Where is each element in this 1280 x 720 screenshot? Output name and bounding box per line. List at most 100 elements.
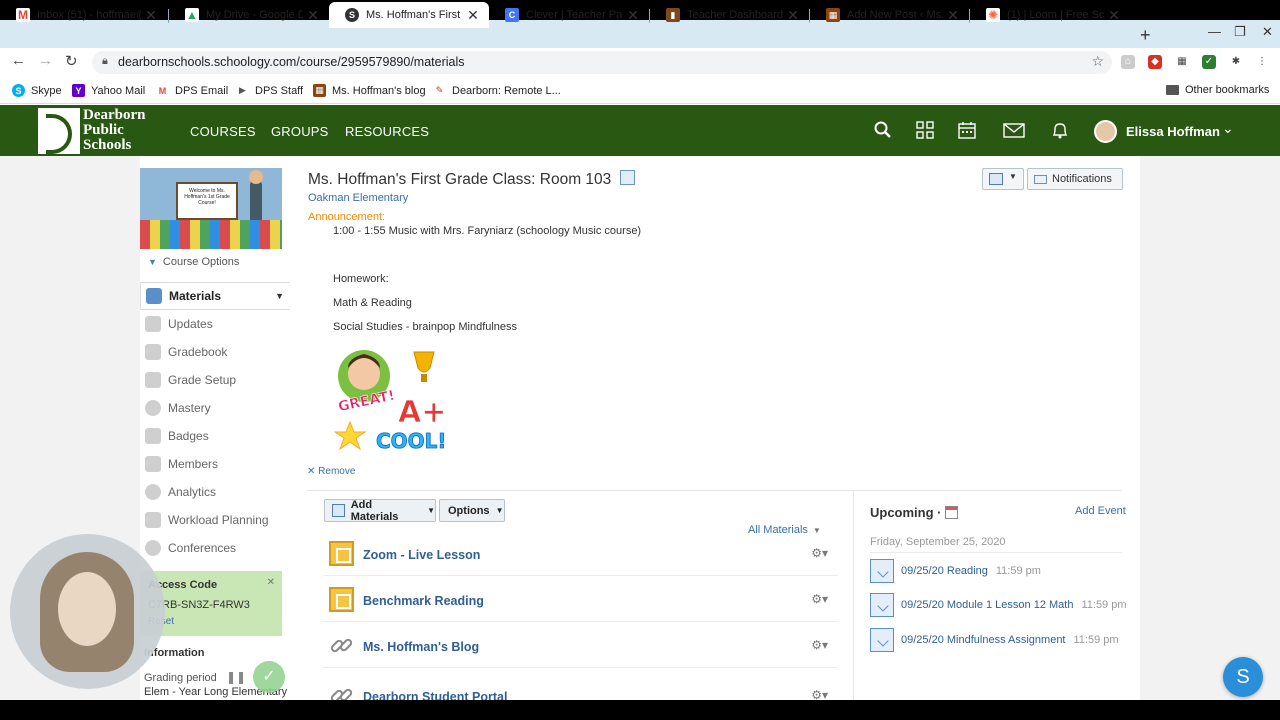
close-icon[interactable]: ✕ xyxy=(267,577,275,588)
url-text[interactable]: dearbornschools.schoology.com/course/295… xyxy=(118,55,465,69)
calendar-icon[interactable] xyxy=(957,120,977,140)
announcement-line: 1:00 - 1:55 Music with Mrs. Faryniarz (s… xyxy=(333,225,642,237)
calendar-icon[interactable] xyxy=(944,506,958,520)
close-icon[interactable]: ✕ xyxy=(943,7,963,24)
gear-icon[interactable]: ⚙▾ xyxy=(811,592,828,606)
address-bar[interactable]: 🔒︎ dearbornschools.schoology.com/course/… xyxy=(92,51,1112,74)
sidebar-item-mastery[interactable]: Mastery xyxy=(140,394,290,422)
extension-icon[interactable]: ⌂ xyxy=(1121,55,1135,69)
extension-grid-icon[interactable]: ▦ xyxy=(1175,55,1189,69)
sidebar-item-materials[interactable]: Materials ▼ xyxy=(140,282,290,310)
view-toggle-button[interactable]: ▼ xyxy=(982,168,1024,190)
add-event-link[interactable]: Add Event xyxy=(1075,505,1126,517)
bookmark-dps-staff[interactable]: ▶ DPS Staff xyxy=(236,84,303,97)
bookmark-hoffman-blog[interactable]: ▦ Ms. Hoffman's blog xyxy=(313,84,426,97)
sidebar-item-grade-setup[interactable]: Grade Setup xyxy=(140,366,290,394)
assignment-icon xyxy=(870,628,894,652)
browser-tab-drive[interactable]: ▲ My Drive - Google Drive ✕ xyxy=(169,2,329,28)
checkmark-icon[interactable]: ✓ xyxy=(253,661,285,693)
extensions-puzzle-icon[interactable]: ✱ xyxy=(1229,55,1243,69)
close-icon[interactable]: ✕ xyxy=(783,7,803,24)
messages-icon[interactable] xyxy=(1003,120,1025,140)
course-options[interactable]: ▼ Course Options xyxy=(148,256,239,268)
bookmark-dps-email[interactable]: M DPS Email xyxy=(156,84,228,97)
bookmark-star-icon[interactable]: ☆ xyxy=(1091,53,1104,70)
remove-link[interactable]: ✕ Remove xyxy=(307,466,355,477)
school-link[interactable]: Oakman Elementary xyxy=(308,192,408,204)
options-button[interactable]: Options ▼ xyxy=(439,499,505,522)
dearborn-logo[interactable]: Dearborn Public Schools xyxy=(38,108,148,154)
close-icon: ✕ xyxy=(307,466,319,477)
sidebar-item-label: Workload Planning xyxy=(168,513,269,527)
gear-icon[interactable]: ⚙▾ xyxy=(811,638,828,652)
schoology-chat-button[interactable]: S xyxy=(1223,657,1263,697)
announcement-line: Math & Reading xyxy=(333,297,412,309)
sidebar-item-badges[interactable]: Badges xyxy=(140,422,290,450)
upcoming-item[interactable]: 09/25/20 Module 1 Lesson 12 Math 11:59 pm xyxy=(870,592,1127,618)
webcam-bubble[interactable] xyxy=(10,534,165,689)
close-icon[interactable]: ✕ xyxy=(463,7,483,24)
browser-tab-loom[interactable]: ✺ (1) | Loom | Free Screen ✕ xyxy=(970,2,1130,28)
close-icon[interactable]: ✕ xyxy=(303,7,323,24)
nav-groups[interactable]: GROUPS xyxy=(271,124,329,139)
sidebar-item-analytics[interactable]: Analytics xyxy=(140,478,290,506)
browser-tab-schoology[interactable]: S Ms. Hoffman's First Gra ✕ xyxy=(329,2,489,28)
extension-icon[interactable]: ◆ xyxy=(1148,55,1162,69)
bookmark-yahoo-mail[interactable]: Y Yahoo Mail xyxy=(72,84,145,97)
close-icon[interactable]: ✕ xyxy=(141,7,161,24)
restore-icon[interactable]: ❐ xyxy=(1234,24,1246,40)
close-window-icon[interactable]: ✕ xyxy=(1262,24,1273,40)
browser-menu-icon[interactable]: ⋮ xyxy=(1255,55,1269,69)
sidebar-item-label: Conferences xyxy=(168,541,237,555)
browser-tab-gmail[interactable]: M Inbox (51) - hoffmae@d ✕ xyxy=(0,2,167,28)
upcoming-item[interactable]: 09/25/20 Mindfulness Assignment 11:59 pm xyxy=(870,627,1119,653)
sidebar-item-members[interactable]: Members xyxy=(140,450,290,478)
sidebar-item-updates[interactable]: Updates xyxy=(140,310,290,338)
other-bookmarks[interactable]: Other bookmarks xyxy=(1166,84,1269,96)
minimize-icon[interactable]: — xyxy=(1208,24,1221,39)
material-title[interactable]: Benchmark Reading xyxy=(363,594,484,608)
material-row[interactable]: Zoom - Live Lesson ⚙▾ xyxy=(323,532,838,576)
mastery-icon xyxy=(145,400,161,416)
add-materials-button[interactable]: Add Materials ▼ xyxy=(324,499,436,523)
material-row[interactable]: Benchmark Reading ⚙▾ xyxy=(323,578,838,622)
upcoming-item-title[interactable]: 09/25/20 Mindfulness Assignment xyxy=(901,634,1066,646)
sidebar-item-workload-planning[interactable]: Workload Planning xyxy=(140,506,290,534)
notifications-button[interactable]: Notifications xyxy=(1027,168,1123,190)
bookmark-label: Ms. Hoffman's blog xyxy=(332,84,426,97)
close-icon[interactable]: ✕ xyxy=(1104,7,1124,24)
bookmark-skype[interactable]: S Skype xyxy=(12,84,62,97)
browser-tab-teacher-dashboard[interactable]: ▮ Teacher Dashboard - Br ✕ xyxy=(650,2,809,28)
reload-icon[interactable]: ↻ xyxy=(65,52,78,70)
user-avatar[interactable] xyxy=(1094,120,1117,143)
gear-icon[interactable]: ⚙▾ xyxy=(811,546,828,560)
browser-tab-add-post[interactable]: ▦ Add New Post ‹ Ms. Hof ✕ xyxy=(810,2,969,28)
pause-icon[interactable]: ❚❚ xyxy=(226,670,246,684)
forward-arrow-icon[interactable]: → xyxy=(38,52,53,69)
new-tab-plus-icon[interactable]: + xyxy=(1140,25,1151,46)
nav-courses[interactable]: COURSES xyxy=(190,124,256,139)
user-name[interactable]: Elissa Hoffman xyxy=(1126,124,1220,139)
banner-bitmoji xyxy=(249,170,263,220)
material-title[interactable]: Ms. Hoffman's Blog xyxy=(363,640,479,654)
upcoming-item-title[interactable]: 09/25/20 Module 1 Lesson 12 Math xyxy=(901,599,1073,611)
back-arrow-icon[interactable]: ← xyxy=(11,52,26,69)
workload-icon xyxy=(145,512,161,528)
chevron-down-icon[interactable]: ⌄ xyxy=(1222,120,1234,137)
notifications-bell-icon[interactable] xyxy=(1050,120,1070,140)
bookmark-dearborn-remote[interactable]: ✎ Dearborn: Remote L... xyxy=(433,84,561,97)
close-icon[interactable]: ✕ xyxy=(623,7,643,24)
course-profile-icon[interactable] xyxy=(620,170,635,185)
material-title[interactable]: Zoom - Live Lesson xyxy=(363,548,480,562)
caret-down-icon[interactable]: ▼ xyxy=(275,291,284,301)
apps-grid-icon[interactable] xyxy=(915,120,935,140)
search-icon[interactable] xyxy=(873,120,893,140)
sidebar-item-conferences[interactable]: Conferences xyxy=(140,534,290,562)
extension-icon[interactable]: ✓ xyxy=(1202,55,1216,69)
browser-tab-clever[interactable]: C Clever | Teacher Page ✕ xyxy=(489,2,649,28)
material-row[interactable]: Ms. Hoffman's Blog ⚙▾ xyxy=(323,624,838,668)
upcoming-item-title[interactable]: 09/25/20 Reading xyxy=(901,565,988,577)
sidebar-item-gradebook[interactable]: Gradebook xyxy=(140,338,290,366)
upcoming-item[interactable]: 09/25/20 Reading 11:59 pm xyxy=(870,558,1041,584)
nav-resources[interactable]: RESOURCES xyxy=(345,124,429,139)
